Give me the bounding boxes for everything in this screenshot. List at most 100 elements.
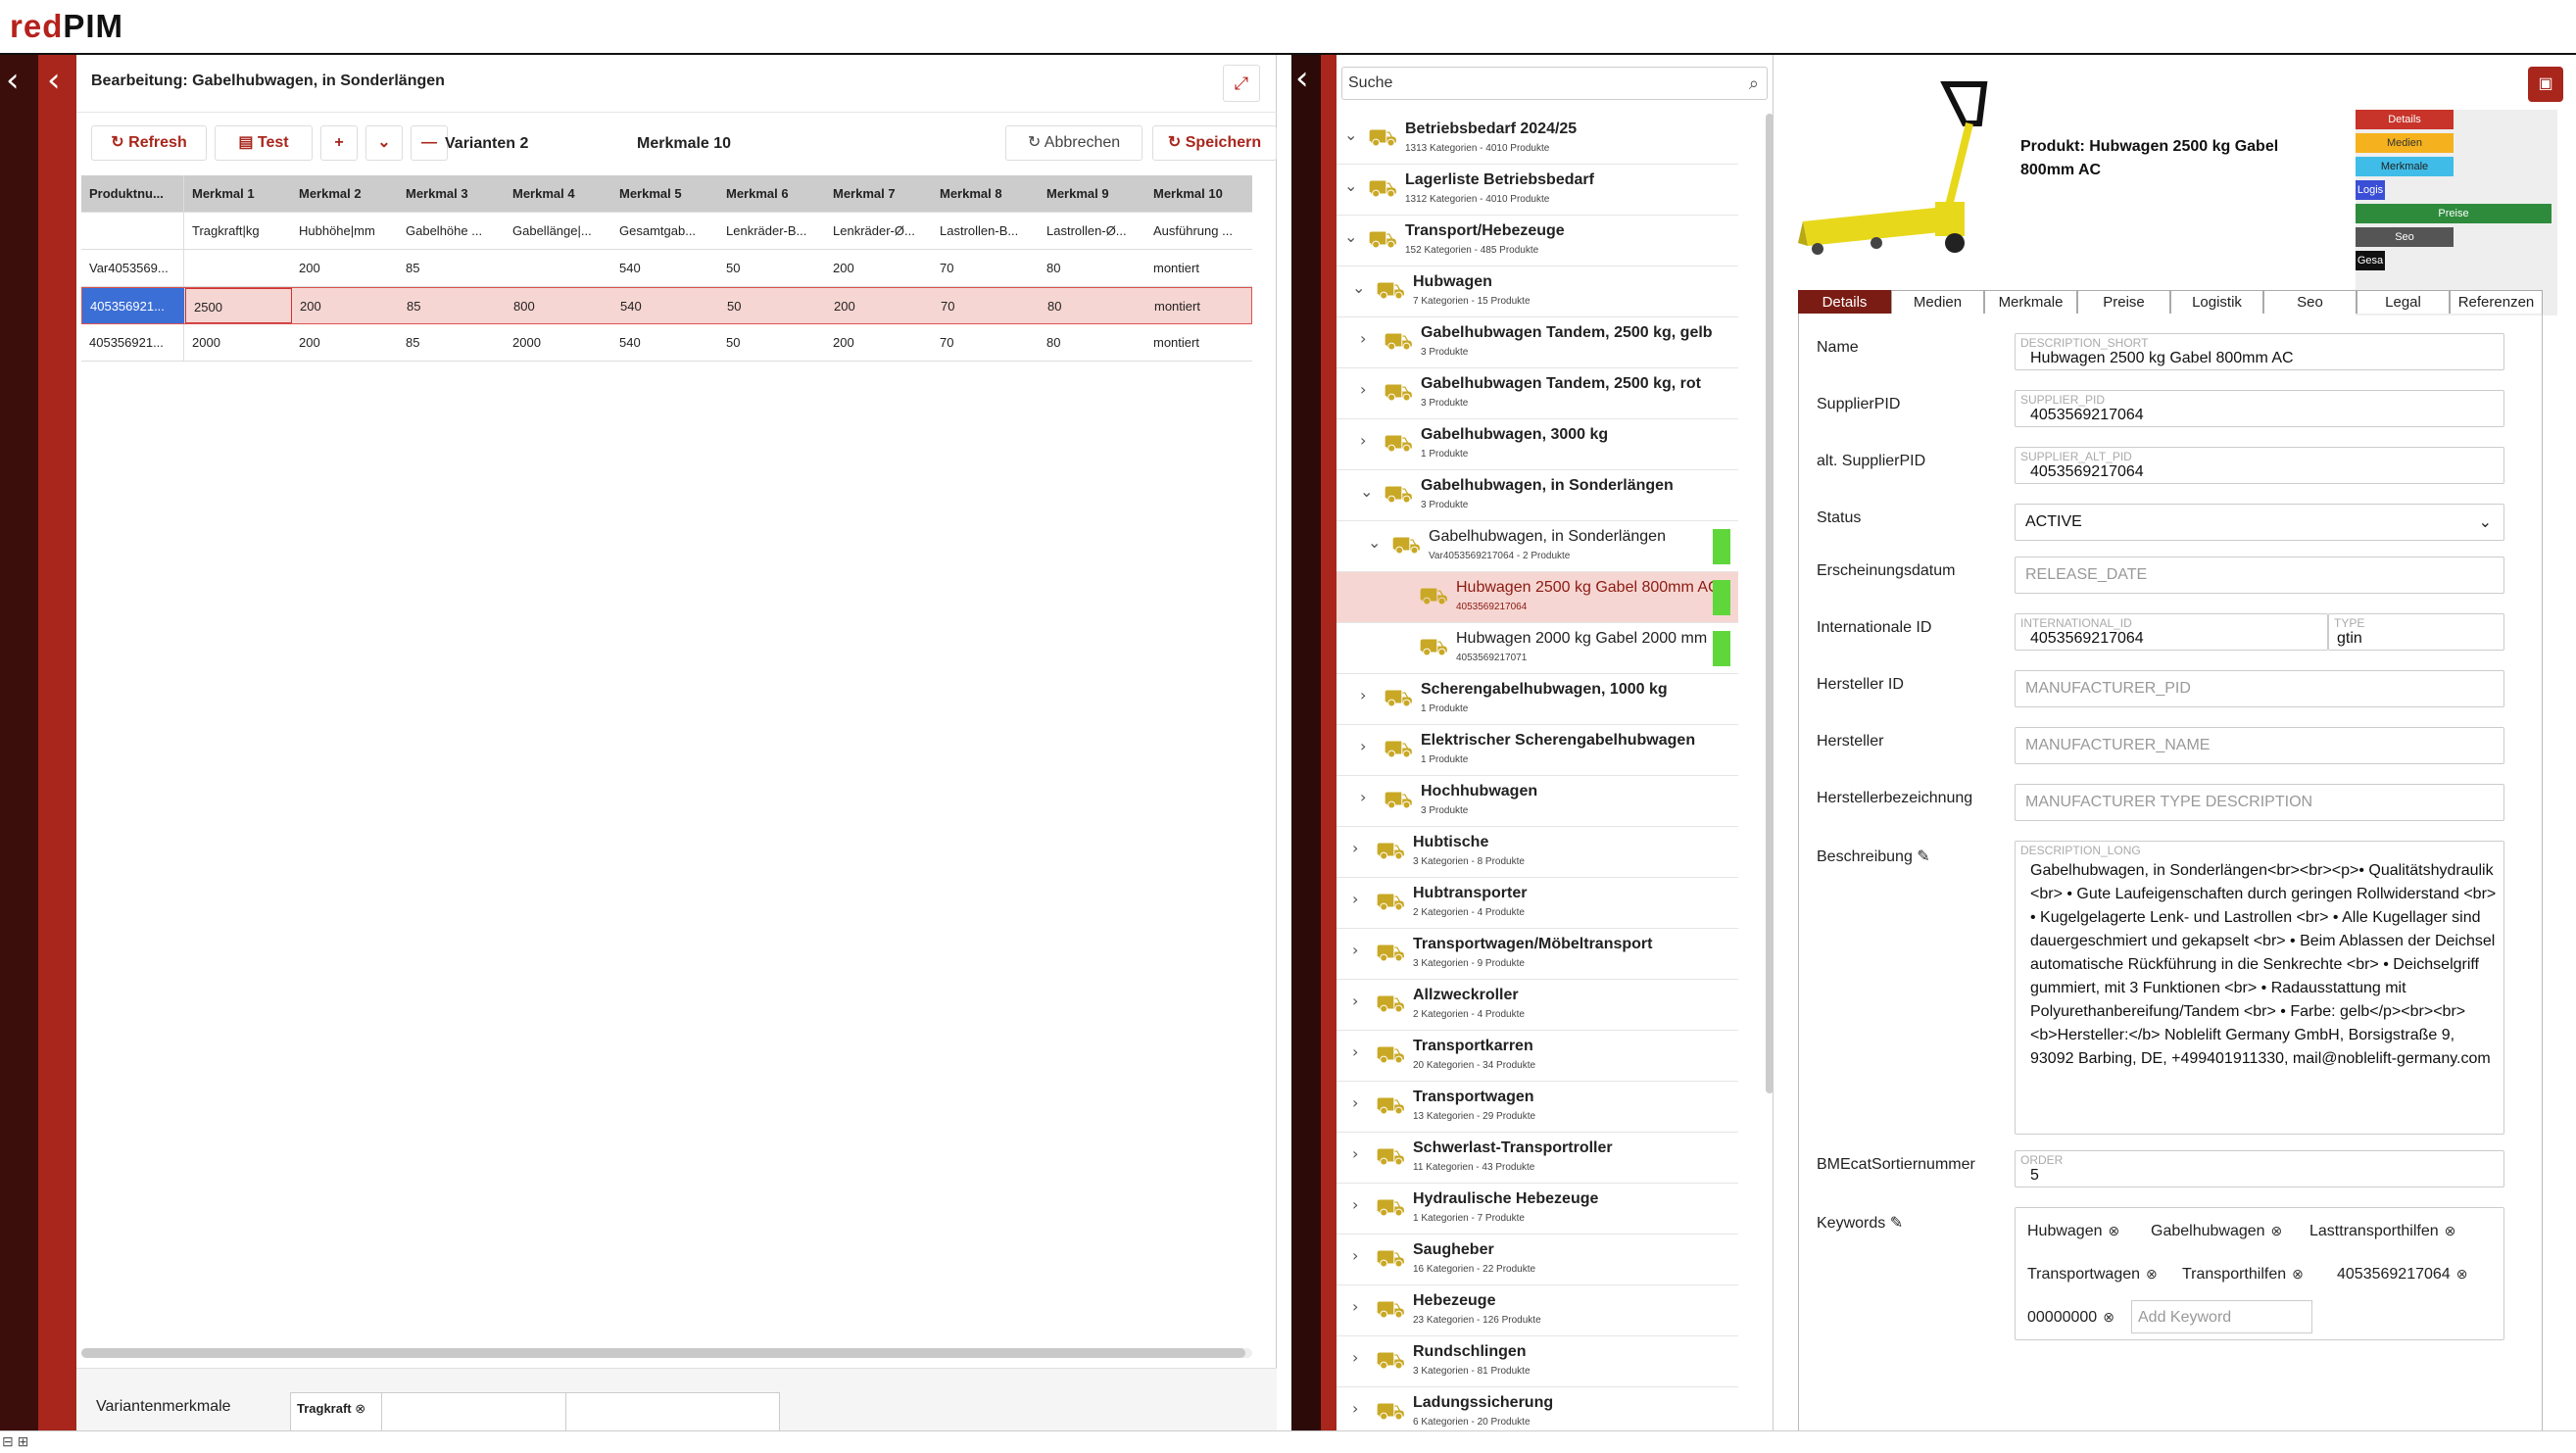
description-field[interactable]: DESCRIPTION_LONG Gabelhubwagen, in Sonder…	[2015, 841, 2504, 1135]
chevron-down-icon[interactable]: ⌄	[1344, 227, 1357, 246]
collapse-strip-outer[interactable]: ‹	[0, 55, 38, 1430]
id-type-field[interactable]: TYPE gtin	[2328, 613, 2504, 651]
tab-seo[interactable]: Seo	[2263, 290, 2357, 314]
search-icon[interactable]: ⌕	[1749, 68, 1759, 99]
variant-feature-chip[interactable]: Tragkraft ⊗	[291, 1393, 371, 1425]
data-cell[interactable]: 200	[826, 288, 933, 323]
close-icon[interactable]: ⊗	[2445, 1223, 2456, 1238]
chevron-down-icon[interactable]: ⌄	[1360, 482, 1373, 501]
tab-details[interactable]: Details	[1798, 290, 1891, 314]
close-icon[interactable]: ⊗	[2109, 1223, 2120, 1238]
tree-node[interactable]: › ⛟ Hubtransporter 2 Kategorien - 4 Produkt…	[1337, 878, 1738, 929]
manufacturer-field[interactable]: MANUFACTURER_NAME	[2015, 727, 2504, 764]
chevron-right-icon[interactable]: ›	[1352, 1399, 1358, 1418]
keyword-chip[interactable]: 4053569217064 ⊗	[2337, 1257, 2467, 1290]
data-cell[interactable]: 50	[719, 288, 826, 323]
unit-cell[interactable]: Lenkräder-B...	[718, 213, 825, 249]
tab-legal[interactable]: Legal	[2357, 290, 2450, 314]
tree-node[interactable]: › ⛟ Transportwagen 13 Kategorien - 29 Produ…	[1337, 1082, 1738, 1133]
alt-supplier-pid-field[interactable]: SUPPLIER_ALT_PID 4053569217064	[2015, 447, 2504, 484]
tree-node[interactable]: ⌄ ⛟ Lagerliste Betriebsbedarf 1312 Kategori…	[1337, 165, 1738, 216]
chevron-right-icon[interactable]: ›	[1352, 1042, 1358, 1061]
data-cell[interactable]: 800	[506, 288, 612, 323]
data-cell[interactable]: 540	[611, 250, 718, 286]
tree-node[interactable]: ⛟ Hubwagen 2000 kg Gabel 2000 mm 405356921…	[1337, 623, 1738, 674]
chevron-right-icon[interactable]: ›	[1360, 380, 1366, 399]
data-cell[interactable]: montiert	[1146, 288, 1253, 323]
keywords-field[interactable]: Hubwagen ⊗ Gabelhubwagen ⊗ Lasttransporthilf…	[2015, 1207, 2504, 1340]
chevron-down-icon[interactable]: ⌄	[1344, 176, 1357, 195]
app-logo[interactable]: redPIM	[10, 8, 123, 45]
minimap-seo[interactable]: Seo	[2356, 227, 2454, 247]
chevron-right-icon[interactable]: ›	[1352, 1144, 1358, 1163]
unit-cell[interactable]: Gabellänge|...	[505, 213, 611, 249]
tree-node[interactable]: ⌄ ⛟ Transport/Hebezeuge 152 Kategorien - 48…	[1337, 216, 1738, 266]
refresh-button[interactable]: ↻ Refresh	[91, 125, 207, 161]
layout-icon[interactable]: ⊟ ⊞	[2, 1433, 28, 1450]
data-cell[interactable]: 85	[398, 324, 505, 361]
tree-node[interactable]: › ⛟ Saugheber 16 Kategorien - 22 Produkte	[1337, 1235, 1738, 1285]
header-cell[interactable]: Merkmal 7	[825, 175, 932, 212]
horizontal-scrollbar[interactable]	[81, 1348, 1252, 1358]
tree-node[interactable]: › ⛟ Hydraulische Hebezeuge 1 Kategorien - 7…	[1337, 1184, 1738, 1235]
data-cell[interactable]: montiert	[1145, 324, 1252, 361]
cancel-button[interactable]: ↻ Abbrechen	[1005, 125, 1142, 161]
table-row[interactable]: 405356921... 2500 200 85 800 540 50 200 70 80 mont…	[81, 287, 1252, 324]
chevron-down-icon[interactable]: ⌄	[1368, 533, 1381, 552]
keyword-chip[interactable]: Lasttransporthilfen ⊗	[2309, 1214, 2455, 1247]
chevron-right-icon[interactable]: ›	[1360, 431, 1366, 450]
data-cell[interactable]: montiert	[1145, 250, 1252, 286]
close-icon[interactable]: ⊗	[2292, 1266, 2304, 1282]
unit-cell[interactable]: Tragkraft|kg	[184, 213, 291, 249]
tab-logistik[interactable]: Logistik	[2170, 290, 2263, 314]
test-button[interactable]: ▤ Test	[215, 125, 313, 161]
tree-node[interactable]: ⛟ Hubwagen 2500 kg Gabel 800mm AC 40535692…	[1337, 572, 1738, 623]
chevron-right-icon[interactable]: ›	[1352, 941, 1358, 959]
unit-cell[interactable]: Lenkräder-Ø...	[825, 213, 932, 249]
save-button[interactable]: ↻ Speichern	[1152, 125, 1277, 161]
status-select[interactable]: ACTIVE ⌄	[2015, 504, 2504, 541]
chevron-right-icon[interactable]: ›	[1360, 329, 1366, 348]
unit-cell[interactable]: Ausführung ...	[1145, 213, 1252, 249]
supplier-pid-field[interactable]: SUPPLIER_PID 4053569217064	[2015, 390, 2504, 427]
manufacturer-id-field[interactable]: MANUFACTURER_PID	[2015, 670, 2504, 707]
chevron-right-icon[interactable]: ›	[1352, 992, 1358, 1010]
data-cell[interactable]: 70	[932, 250, 1039, 286]
data-cell[interactable]: 405356921...	[82, 288, 185, 323]
data-cell[interactable]: 80	[1039, 324, 1145, 361]
table-row[interactable]: 405356921... 2000 200 85 2000 540 50 200 70 80 mon…	[81, 324, 1252, 362]
tree-node[interactable]: › ⛟ Hochhubwagen 3 Produkte	[1337, 776, 1738, 827]
data-cell[interactable]: 200	[291, 324, 398, 361]
close-icon[interactable]: ⊗	[2146, 1266, 2158, 1282]
tree-node[interactable]: › ⛟ Hebezeuge 23 Kategorien - 126 Produkte	[1337, 1285, 1738, 1336]
tree-node[interactable]: › ⛟ Gabelhubwagen, 3000 kg 1 Produkte	[1337, 419, 1738, 470]
chevron-right-icon[interactable]: ›	[1352, 1195, 1358, 1214]
unit-cell[interactable]: Hubhöhe|mm	[291, 213, 398, 249]
keyword-chip[interactable]: Gabelhubwagen ⊗	[2151, 1214, 2282, 1247]
tree-node[interactable]: ⌄ ⛟ Gabelhubwagen, in Sonderlängen 3 Produk…	[1337, 470, 1738, 521]
unit-cell[interactable]: Gabelhöhe ...	[398, 213, 505, 249]
chevron-right-icon[interactable]: ›	[1352, 1246, 1358, 1265]
close-icon[interactable]: ⊗	[2456, 1266, 2468, 1282]
chevron-right-icon[interactable]: ›	[1352, 1348, 1358, 1367]
close-icon[interactable]: ⊗	[2103, 1309, 2114, 1325]
minimap-merkmale[interactable]: Merkmale	[2356, 157, 2454, 176]
tree-node[interactable]: › ⛟ Elektrischer Scherengabelhubwagen 1 Pro…	[1337, 725, 1738, 776]
keyword-chip[interactable]: Hubwagen ⊗	[2027, 1214, 2119, 1247]
tab-preise[interactable]: Preise	[2077, 290, 2170, 314]
international-id-field[interactable]: INTERNATIONAL_ID 4053569217064	[2015, 613, 2328, 651]
table-row[interactable]: Var4053569... 200 85 540 50 200 70 80 montiert	[81, 250, 1252, 287]
tree-node[interactable]: › ⛟ Gabelhubwagen Tandem, 2500 kg, rot 3 Pr…	[1337, 368, 1738, 419]
data-cell[interactable]: Var4053569...	[81, 250, 184, 286]
tree-node[interactable]: › ⛟ Schwerlast-Transportroller 11 Kategorie…	[1337, 1133, 1738, 1184]
collapse-strip-inner[interactable]: ‹	[38, 55, 76, 1430]
header-cell[interactable]: Merkmal 6	[718, 175, 825, 212]
tree-node[interactable]: › ⛟ Scherengabelhubwagen, 1000 kg 1 Produkt…	[1337, 674, 1738, 725]
header-cell[interactable]: Merkmal 9	[1039, 175, 1145, 212]
tree-node[interactable]: ⌄ ⛟ Betriebsbedarf 2024/25 1313 Kategorien …	[1337, 114, 1738, 165]
unit-cell[interactable]: Lastrollen-B...	[932, 213, 1039, 249]
pencil-icon[interactable]: ✎	[1890, 1215, 1903, 1232]
tab-medien[interactable]: Medien	[1891, 290, 1984, 314]
chevron-down-icon[interactable]: ⌄	[1352, 278, 1365, 297]
data-cell[interactable]: 85	[398, 250, 505, 286]
